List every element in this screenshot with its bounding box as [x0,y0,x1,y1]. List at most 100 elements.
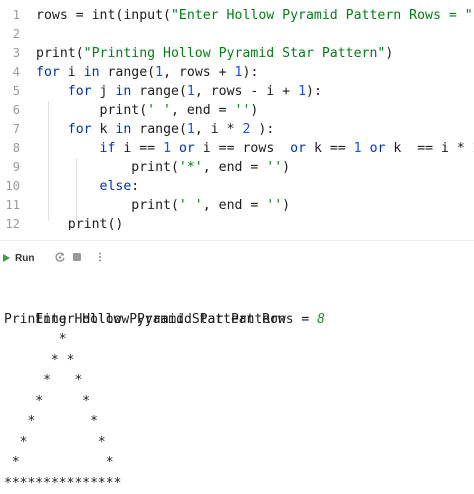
code-line[interactable]: 7 for k in range(1, i * 2 ): [0,120,474,139]
code-token: print( [36,198,179,213]
code-token: if [99,141,116,156]
code-token: or [178,141,195,156]
code-token: ) [282,198,291,213]
code-token: i == [115,141,164,156]
code-token: '*' [178,160,203,175]
code-text: print("Printing Hollow Pyramid Star Patt… [36,44,393,63]
code-text: print(' ', end = '') [36,196,290,215]
code-token: or [290,141,307,156]
line-number: 3 [12,46,20,60]
code-token: : [131,179,140,194]
line-number: 2 [12,27,20,41]
code-token: ) [385,46,394,61]
line-number: 6 [12,103,20,117]
code-line[interactable]: 8 if i == 1 or i == rows or k == 1 or k … [0,139,474,158]
code-token: k [91,122,116,137]
console-output: Enter Hollow Pyramid Pattern Rows = 8 Pr… [0,288,474,491]
code-line[interactable]: 11 print(' ', end = '') [0,196,474,215]
run-toolbar: Run [0,240,474,275]
code-line[interactable]: 12 print() [0,215,474,230]
code-text: print('*', end = '') [36,158,290,177]
pattern-line: * * [4,373,83,388]
rerun-icon[interactable] [54,251,66,263]
code-token: , rows - i + [194,84,299,99]
code-text: if i == 1 or i == rows or k == 1 or k ==… [36,139,474,158]
code-line[interactable]: 4 for i in range(1, rows + 1): [0,63,474,82]
code-token: rows = int(input( [36,8,171,23]
indent-guide [48,101,49,221]
line-number: 7 [12,122,20,136]
code-token: 1 [186,122,195,137]
code-token: or [369,141,386,156]
code-line[interactable]: 5 for j in range(1, rows - i + 1): [0,82,474,101]
code-token: ' ' [178,198,203,213]
run-tab[interactable]: Run [2,249,34,267]
code-editor[interactable]: 1 rows = int(input("Enter Hollow Pyramid … [0,0,474,230]
code-line[interactable]: 1 rows = int(input("Enter Hollow Pyramid … [0,6,474,25]
code-token: 1 [186,84,195,99]
line-number: 9 [12,160,20,174]
line-number: 10 [5,179,20,193]
code-token: in [83,65,100,80]
more-vertical-icon[interactable] [94,251,106,263]
code-token: 1 [234,65,243,80]
code-line[interactable]: 9 print('*', end = '') [0,158,474,177]
pattern-line: * [4,332,67,347]
code-line[interactable]: 3 print("Printing Hollow Pyramid Star Pat… [0,44,474,63]
run-tab-label: Run [15,252,35,264]
code-text: print(' ', end = '') [36,101,259,120]
code-line[interactable]: 10 else: [0,177,474,196]
pattern-line: * * [4,393,91,409]
code-token: ' ' [147,103,171,118]
line-number: 8 [12,141,20,155]
code-token: , rows + [163,65,235,80]
code-token: , end = [202,198,267,213]
code-token: , end = [202,160,267,175]
pattern-line: * * [4,352,75,368]
code-token: 1 [163,141,172,156]
line-number: 5 [12,84,20,98]
code-token: '' [234,103,251,118]
code-token: 1 [298,84,307,99]
code-token: ): [306,84,322,99]
code-text: for i in range(1, rows + 1): [36,63,258,82]
code-text: rows = int(input("Enter Hollow Pyramid P… [36,6,474,25]
code-token: print( [36,103,148,118]
code-token: in [115,122,132,137]
code-text: else: [36,177,140,196]
code-token: in [115,84,132,99]
code-token: ): [250,122,275,137]
code-token: k == [306,141,354,156]
pattern-line: *************** [4,475,122,491]
code-token: '' [266,160,283,175]
code-token: range( [99,65,156,80]
input-value: 8 [317,312,325,327]
code-line[interactable]: 6 print(' ', end = '') [0,101,474,120]
code-token: "Printing Hollow Pyramid Star Pattern" [83,46,386,61]
code-token: print( [36,160,179,175]
line-number: 11 [5,198,20,212]
code-token: ): [242,65,259,80]
indent-guide [76,177,77,221]
code-token: print( [36,46,84,61]
code-token: k == i * [385,141,473,156]
pattern-line: * * [4,414,98,429]
code-token: i [59,65,84,80]
code-token: for [67,84,92,99]
code-token: range( [131,84,187,99]
code-token: for [36,65,60,80]
code-text: for j in range(1, rows - i + 1): [36,82,322,101]
line-number: 1 [12,8,20,22]
code-token: 1 [353,141,362,156]
code-token: j [91,84,116,99]
code-token: ) [282,160,291,175]
line-number: 12 [5,217,20,230]
pattern-line: * * [4,434,106,450]
play-icon [3,254,10,262]
stop-icon[interactable] [71,251,83,263]
code-line[interactable]: 2 [0,25,474,44]
